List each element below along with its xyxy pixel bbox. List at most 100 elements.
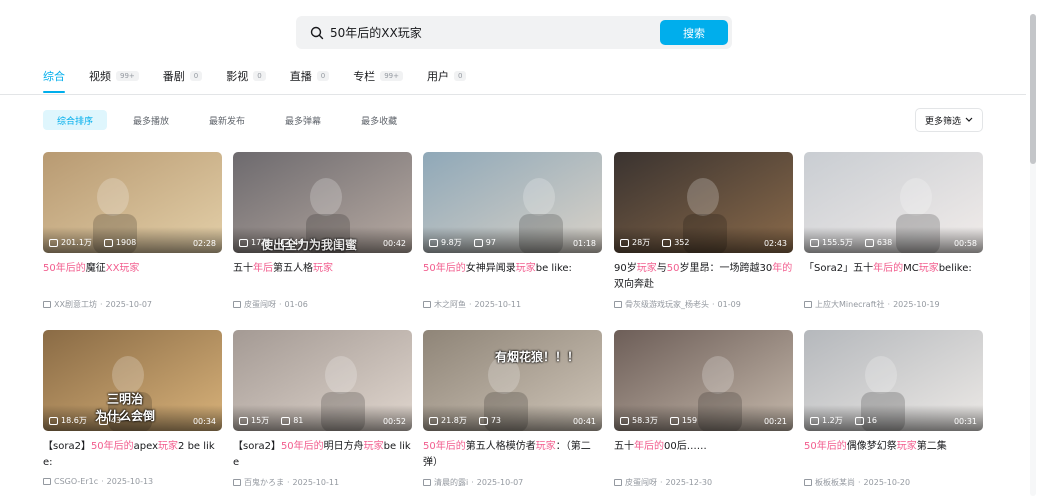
video-thumbnail[interactable]: 1.2万 16 00:31	[804, 330, 983, 431]
sort-option-4[interactable]: 最多收藏	[347, 110, 411, 130]
video-card[interactable]: 155.5万 638 00:58 「Sora2」五十年后的MC玩家belike: 上应大…	[804, 152, 983, 310]
uploader-name[interactable]: 木之阿鱼	[434, 299, 466, 310]
thumbnail-caption: 有烟花狼！！！	[495, 350, 580, 364]
video-thumbnail[interactable]: 15万 81 00:52	[233, 330, 412, 431]
tab-6[interactable]: 用户 0	[427, 62, 467, 90]
danmaku-icon	[103, 238, 113, 247]
tab-label: 视频	[89, 70, 111, 83]
scrollbar[interactable]	[1030, 14, 1036, 496]
video-thumbnail[interactable]: 201.1万 1908 02:28	[43, 152, 222, 253]
uploader-name[interactable]: 清晨的露i	[434, 477, 468, 488]
video-title[interactable]: 【sora2】50年后的apex玩家2 be like:	[43, 439, 222, 471]
video-thumbnail[interactable]: 三明治 为什么会倒 18.6万 43 00:34	[43, 330, 222, 431]
video-card[interactable]: 1.2万 16 00:31 50年后的偶像梦幻祭玩家第二集 板板板某尚 · 2025-10-…	[804, 330, 983, 488]
uploader-name[interactable]: 板板板某尚	[815, 477, 855, 488]
meta-separator: ·	[101, 477, 104, 486]
upload-date: 2025-10-19	[893, 300, 940, 309]
search-input[interactable]	[330, 16, 650, 49]
tab-0[interactable]: 综合	[43, 62, 65, 93]
uploader-name[interactable]: 上应大Minecraft社	[815, 299, 885, 310]
sort-option-0[interactable]: 综合排序	[43, 110, 108, 130]
more-filter-button[interactable]: 更多筛选	[915, 108, 983, 132]
video-thumbnail[interactable]: 使出全力为我闺蜜 17万 44 00:42	[233, 152, 412, 253]
video-meta: XX剧意工坊 · 2025-10-07	[43, 299, 222, 310]
scrollbar-thumb[interactable]	[1030, 14, 1036, 164]
play-count-icon	[239, 238, 248, 247]
uploader-name[interactable]: 皮蛋闯呀	[625, 477, 657, 488]
meta-separator: ·	[287, 478, 290, 487]
uploader-name[interactable]: 百鬼かろま	[244, 477, 284, 488]
video-title[interactable]: 50年后的第五人格模仿者玩家：（第二弹）	[423, 439, 602, 471]
play-count-icon	[620, 416, 629, 425]
video-thumbnail[interactable]: 28万 352 02:43	[614, 152, 793, 253]
tab-3[interactable]: 影视 0	[226, 62, 266, 90]
video-stats: 1.2万 16	[810, 415, 877, 426]
upload-date: 01-09	[717, 300, 741, 309]
play-count-icon	[429, 416, 438, 425]
video-title[interactable]: 五十年后第五人格玩家	[233, 261, 412, 293]
play-count: 201.1万	[61, 238, 92, 247]
video-duration: 00:58	[953, 239, 977, 248]
video-card[interactable]: 9.8万 97 01:18 50年后的女神异闻录玩家be like: 木之阿鱼 · 2025…	[423, 152, 602, 310]
play-count-icon	[810, 416, 819, 425]
video-title[interactable]: 五十年后的00后……	[614, 439, 793, 471]
video-meta: 木之阿鱼 · 2025-10-11	[423, 299, 602, 310]
video-stats: 28万 352	[620, 237, 689, 248]
video-stats: 18.6万 43	[49, 415, 121, 426]
tab-count-badge: 0	[453, 71, 467, 81]
meta-separator: ·	[279, 300, 282, 309]
uploader-icon	[804, 301, 812, 308]
search-button[interactable]: 搜索	[660, 20, 728, 45]
video-card[interactable]: 三明治 为什么会倒 18.6万 43 00:34 【sora2】50年后的apex玩家2…	[43, 330, 222, 486]
tab-4[interactable]: 直播 0	[290, 62, 330, 90]
video-title[interactable]: 50年后的偶像梦幻祭玩家第二集	[804, 439, 983, 471]
uploader-name[interactable]: 骨灰级游戏玩家_杨老头	[625, 299, 709, 310]
tab-count-badge: 0	[189, 71, 203, 81]
sort-option-1[interactable]: 最多播放	[119, 110, 183, 130]
sort-option-3[interactable]: 最多弹幕	[271, 110, 335, 130]
video-title[interactable]: 50年后的魔征XX玩家	[43, 261, 222, 293]
video-card[interactable]: 58.3万 159 00:21 五十年后的00后…… 皮蛋闯呀 · 2025-12-30	[614, 330, 793, 488]
uploader-icon	[614, 301, 622, 308]
video-meta: 皮蛋闯呀 · 2025-12-30	[614, 477, 793, 488]
video-title[interactable]: 90岁玩家与50岁里昂：一场跨越30年的双向奔赴	[614, 261, 793, 293]
video-title[interactable]: 「Sora2」五十年后的MC玩家belike:	[804, 261, 983, 293]
danmaku-count: 352	[674, 238, 690, 247]
video-card[interactable]: 28万 352 02:43 90岁玩家与50岁里昂：一场跨越30年的双向奔赴骨灰级游戏…	[614, 152, 793, 310]
uploader-name[interactable]: 皮蛋闯呀	[244, 299, 276, 310]
meta-separator: ·	[469, 300, 472, 309]
video-title[interactable]: 50年后的女神异闻录玩家be like:	[423, 261, 602, 293]
sort-options: 综合排序 最多播放 最新发布 最多弹幕 最多收藏	[43, 110, 423, 130]
video-card[interactable]: 有烟花狼！！！ 21.8万 73 00:41 50年后的第五人格模仿者玩家：（第二弹） 清…	[423, 330, 602, 488]
uploader-name[interactable]: XX剧意工坊	[54, 299, 97, 310]
danmaku-count: 159	[681, 416, 698, 425]
video-thumbnail[interactable]: 155.5万 638 00:58	[804, 152, 983, 253]
video-thumbnail[interactable]: 有烟花狼！！！ 21.8万 73 00:41	[423, 330, 602, 431]
video-card[interactable]: 使出全力为我闺蜜 17万 44 00:42 五十年后第五人格玩家 皮蛋闯呀 · 01-06	[233, 152, 412, 310]
video-duration: 00:52	[382, 417, 406, 426]
uploader-name[interactable]: CSGO-Er1c	[54, 477, 98, 486]
video-thumbnail[interactable]: 9.8万 97 01:18	[423, 152, 602, 253]
tab-2[interactable]: 番剧 0	[163, 62, 203, 90]
more-filter-label: 更多筛选	[924, 116, 961, 127]
sort-option-2[interactable]: 最新发布	[195, 110, 259, 130]
tab-5[interactable]: 专栏 99+	[353, 62, 403, 90]
video-title[interactable]: 【sora2】50年后的明日方舟玩家be like	[233, 439, 412, 471]
video-duration: 00:21	[763, 417, 787, 426]
video-duration: 00:34	[192, 417, 216, 426]
video-duration: 00:31	[953, 417, 977, 426]
video-duration: 02:28	[192, 239, 216, 248]
meta-separator: ·	[887, 300, 891, 309]
video-thumbnail[interactable]: 58.3万 159 00:21	[614, 330, 793, 431]
danmaku-icon	[864, 238, 874, 247]
video-duration: 00:42	[382, 239, 406, 248]
uploader-icon	[233, 479, 241, 486]
upload-date: 2025-12-30	[665, 478, 713, 487]
play-count: 155.5万	[822, 238, 853, 247]
uploader-icon	[43, 478, 51, 485]
tab-1[interactable]: 视频 99+	[89, 62, 139, 90]
video-card[interactable]: 15万 81 00:52 【sora2】50年后的明日方舟玩家be like 百鬼かろま…	[233, 330, 412, 488]
play-count-icon	[49, 238, 58, 247]
danmaku-icon	[669, 416, 679, 425]
video-card[interactable]: 201.1万 1908 02:28 50年后的魔征XX玩家 XX剧意工坊 · 2025-10…	[43, 152, 222, 310]
